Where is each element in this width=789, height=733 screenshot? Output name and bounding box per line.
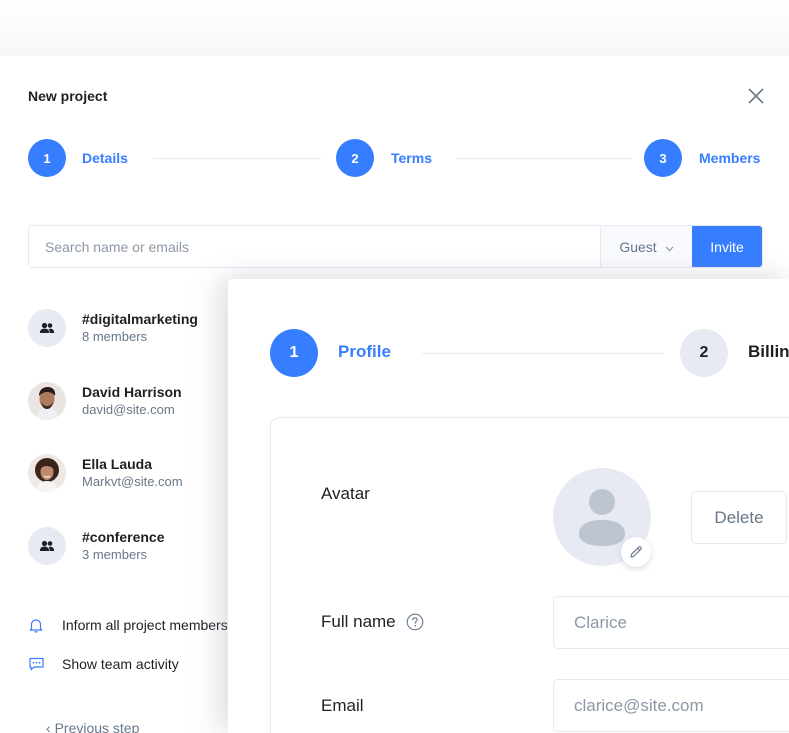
member-name: #conference — [82, 529, 165, 545]
bell-icon — [28, 617, 44, 633]
full-name-input[interactable] — [553, 596, 789, 649]
email-label: Email — [321, 696, 364, 715]
step-1-circle[interactable]: 1 — [270, 329, 318, 377]
step-2-circle[interactable]: 2 — [336, 139, 374, 177]
step-connector — [456, 158, 632, 159]
member-name: #digitalmarketing — [82, 311, 198, 327]
previous-step-link[interactable]: ‹ Previous step — [46, 720, 139, 733]
chevron-left-icon: ‹ — [46, 720, 55, 733]
step-connector — [422, 353, 664, 354]
member-name: David Harrison — [82, 384, 182, 400]
group-icon — [28, 527, 66, 565]
list-item[interactable]: David Harrison david@site.com — [28, 382, 182, 420]
step-3-label[interactable]: Members — [699, 150, 760, 166]
list-item[interactable]: #conference 3 members — [28, 527, 164, 565]
step-1-circle[interactable]: 1 — [28, 139, 66, 177]
member-count: 3 members — [82, 547, 148, 562]
step-connector — [153, 158, 321, 159]
invite-search-group: Guest Invite — [28, 225, 763, 268]
member-email: Markvt@site.com — [82, 474, 183, 489]
member-name: Ella Lauda — [82, 456, 153, 472]
role-select-value: Guest — [619, 238, 657, 255]
step-1-label[interactable]: Details — [82, 150, 128, 166]
close-icon[interactable] — [746, 86, 766, 106]
role-select[interactable]: Guest — [600, 226, 692, 267]
step-2-circle[interactable]: 2 — [680, 329, 728, 377]
avatar — [28, 454, 66, 492]
show-activity-option[interactable]: Show team activity — [28, 656, 179, 672]
delete-avatar-button[interactable]: Delete — [691, 491, 787, 544]
option-label: Show team activity — [62, 656, 179, 672]
help-icon[interactable] — [406, 613, 424, 631]
avatar — [28, 382, 66, 420]
list-item[interactable]: Ella Lauda Markvt@site.com — [28, 454, 183, 492]
step-2-label[interactable]: Terms — [391, 150, 432, 166]
step-2-label[interactable]: Billing — [748, 342, 789, 362]
profile-form-card: Avatar Delete Full name Clarice Email cl… — [270, 417, 789, 733]
chevron-down-icon — [665, 239, 674, 255]
modal-title: New project — [28, 88, 108, 104]
email-input[interactable] — [553, 679, 789, 732]
profile-modal: 1 Profile 2 Billing Avatar Delete Full n… — [228, 279, 789, 733]
avatar-label: Avatar — [321, 484, 370, 503]
search-input[interactable] — [29, 226, 600, 267]
full-name-label: Full name — [321, 612, 424, 632]
step-3-circle[interactable]: 3 — [644, 139, 682, 177]
list-item[interactable]: #digitalmarketing 8 members — [28, 309, 198, 347]
group-icon — [28, 309, 66, 347]
step-1-label[interactable]: Profile — [338, 342, 391, 362]
member-count: 8 members — [82, 329, 148, 344]
page-backdrop — [0, 0, 789, 56]
chat-icon — [28, 656, 44, 672]
option-label: Inform all project members — [62, 617, 228, 633]
invite-button[interactable]: Invite — [692, 226, 762, 267]
member-email: david@site.com — [82, 402, 175, 417]
pencil-icon[interactable] — [621, 537, 651, 567]
inform-members-option[interactable]: Inform all project members — [28, 617, 228, 633]
